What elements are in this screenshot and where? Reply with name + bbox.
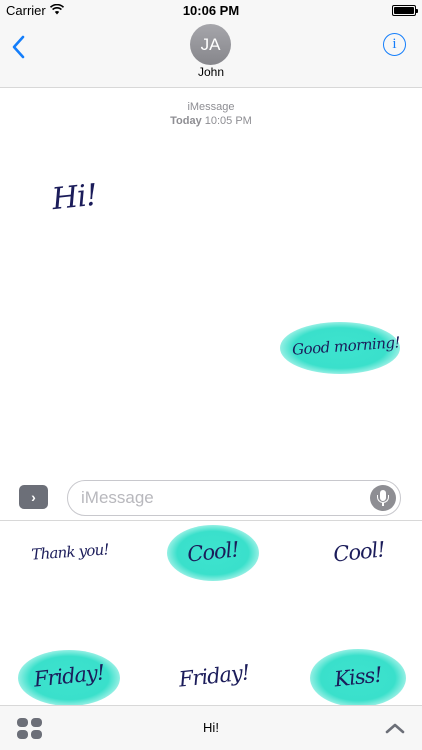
status-bar: Carrier 10:06 PM (0, 0, 422, 20)
microphone-icon[interactable] (370, 485, 396, 511)
message-timestamp: Today 10:05 PM (0, 115, 422, 127)
sticker-drawer: Thank you! Cool! Cool! Friday! Friday! K… (0, 520, 422, 707)
service-label: iMessage (187, 101, 235, 113)
message-input[interactable] (81, 487, 361, 509)
chevron-up-icon[interactable] (384, 721, 406, 735)
sticker-text: Thank you! (30, 540, 110, 564)
sticker-cool-highlight[interactable]: Cool! (167, 525, 259, 581)
status-time: 10:06 PM (182, 3, 240, 18)
sticker-thank-you[interactable]: Thank you! (25, 539, 115, 567)
sticker-cool[interactable]: Cool! (327, 537, 391, 567)
received-sticker-hi[interactable]: Hi! (50, 178, 98, 217)
sticker-text: Friday! (177, 660, 251, 692)
chevron-left-icon[interactable] (10, 34, 30, 60)
sticker-friday-highlight[interactable]: Friday! (18, 650, 120, 706)
avatar[interactable]: JA (190, 24, 231, 65)
message-input-field[interactable] (67, 480, 401, 516)
sticker-pack-bar: Hi! (0, 705, 422, 750)
timestamp-time: 10:05 PM (204, 115, 252, 127)
app-drawer-toggle-button[interactable]: › (19, 485, 48, 509)
conversation-header: JA John i (0, 20, 422, 88)
sticker-pack-name: Hi! (203, 720, 219, 735)
sticker-kiss-highlight[interactable]: Kiss! (310, 649, 406, 707)
sent-sticker-good-morning[interactable]: Good morning! (280, 322, 401, 374)
info-icon[interactable]: i (383, 33, 406, 56)
timestamp-day: Today (170, 115, 202, 127)
battery-icon (392, 5, 418, 16)
sticker-friday[interactable]: Friday! (172, 660, 256, 693)
sticker-text: Cool! (332, 537, 386, 567)
contact-name[interactable]: John (0, 65, 422, 79)
